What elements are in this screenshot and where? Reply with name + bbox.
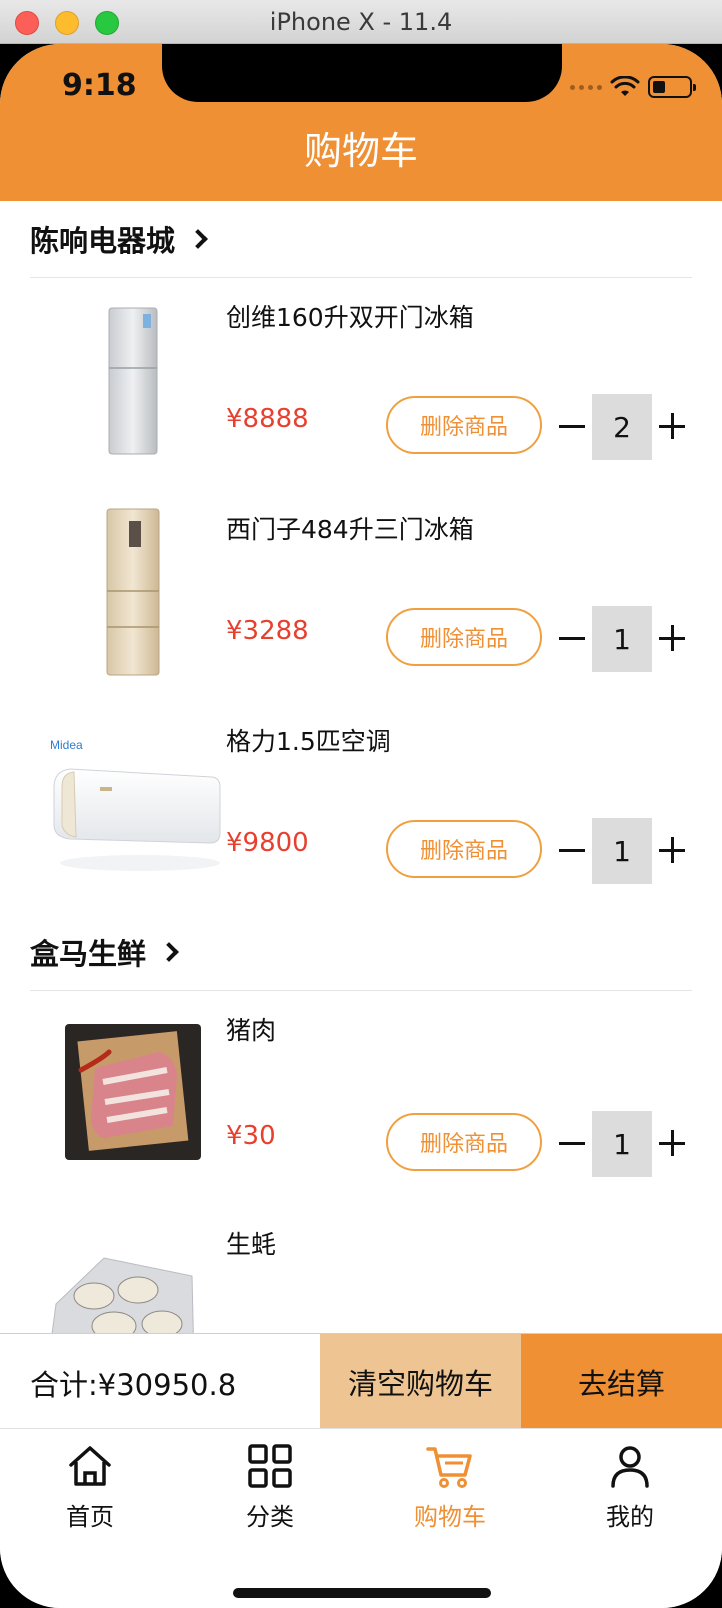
product-title: 生蚝 — [226, 1230, 277, 1259]
tab-label: 购物车 — [414, 1503, 486, 1531]
decrease-quantity-button[interactable] — [552, 818, 592, 882]
product-price: ¥30 — [226, 1121, 276, 1151]
tab-category[interactable]: 分类 — [180, 1429, 360, 1539]
tab-label: 我的 — [606, 1503, 654, 1531]
cart-item: 创维160升双开门冰箱 ¥8888 删除商品 2 — [0, 278, 722, 490]
quantity-value[interactable]: 1 — [592, 606, 652, 672]
shop-header[interactable]: 陈响电器城 — [30, 201, 692, 278]
quantity-value[interactable]: 2 — [592, 394, 652, 460]
increase-quantity-button[interactable] — [652, 606, 692, 670]
tab-cart[interactable]: 购物车 — [360, 1429, 540, 1539]
cart-list[interactable]: 陈响电器城 创维160升双开门冰箱 ¥8888 删除商品 2 西门子484升三门… — [0, 201, 722, 1333]
simulator-title: iPhone X - 11.4 — [269, 8, 453, 36]
pork-image-icon — [65, 1024, 201, 1160]
checkout-button[interactable]: 去结算 — [521, 1334, 722, 1429]
shop-header[interactable]: 盒马生鲜 — [30, 914, 692, 991]
grid-icon — [248, 1444, 292, 1488]
signal-icon — [570, 84, 602, 90]
product-image[interactable] — [50, 1017, 216, 1167]
quantity-value[interactable]: 1 — [592, 818, 652, 884]
decrease-quantity-button[interactable] — [552, 606, 592, 670]
product-title: 格力1.5匹空调 — [226, 727, 391, 756]
tab-bar: 首页 分类 购物车 我的 — [0, 1428, 722, 1608]
fridge-image-icon — [108, 307, 158, 455]
brand-logo: Midea — [50, 738, 83, 752]
chevron-right-icon — [188, 229, 208, 249]
cart-icon — [426, 1447, 472, 1488]
product-image[interactable] — [44, 1219, 200, 1333]
page-title: 购物车 — [303, 129, 418, 173]
shop-name: 盒马生鲜 — [30, 937, 147, 971]
user-icon — [611, 1446, 649, 1488]
tab-label: 分类 — [246, 1503, 294, 1531]
delete-item-button[interactable]: 删除商品 — [386, 608, 542, 666]
increase-quantity-button[interactable] — [652, 394, 692, 458]
product-title: 猪肉 — [226, 1016, 277, 1045]
product-price: ¥3288 — [226, 616, 309, 646]
product-image[interactable]: Midea — [40, 720, 230, 890]
decrease-quantity-button[interactable] — [552, 394, 592, 458]
product-price: ¥8888 — [226, 404, 309, 434]
tab-home[interactable]: 首页 — [0, 1429, 180, 1539]
product-title: 西门子484升三门冰箱 — [226, 515, 474, 544]
chevron-right-icon — [159, 942, 179, 962]
cart-item: 猪肉 ¥30 删除商品 1 — [0, 991, 722, 1205]
shop-name: 陈响电器城 — [30, 224, 176, 258]
product-image[interactable] — [50, 508, 216, 678]
cart-item: 西门子484升三门冰箱 ¥3288 删除商品 1 — [0, 490, 722, 702]
tab-label: 首页 — [66, 1503, 114, 1531]
oysters-image-icon — [51, 1257, 194, 1333]
simulator-titlebar: iPhone X - 11.4 — [0, 0, 722, 44]
phone-screen: 9:18 购物车 陈响电器城 创维160升双开门冰箱 ¥8888 删除商品 2 … — [0, 44, 722, 1608]
cart-total: 合计:¥30950.8 — [30, 1368, 237, 1402]
device-notch — [162, 44, 562, 102]
fridge-image-icon — [106, 508, 160, 676]
increase-quantity-button[interactable] — [652, 818, 692, 882]
nav-header: 9:18 购物车 — [0, 44, 722, 201]
delete-item-button[interactable]: 删除商品 — [386, 396, 542, 454]
product-price: ¥9800 — [226, 828, 309, 858]
battery-icon — [648, 76, 696, 98]
delete-item-button[interactable]: 删除商品 — [386, 820, 542, 878]
delete-item-button[interactable]: 删除商品 — [386, 1113, 542, 1171]
cart-item: Midea 格力1.5匹空调 ¥9800 删除商品 1 — [0, 702, 722, 914]
cart-summary-bar: 合计:¥30950.8 清空购物车 去结算 — [0, 1333, 722, 1429]
tab-profile[interactable]: 我的 — [540, 1429, 720, 1539]
wifi-icon — [610, 76, 640, 96]
status-time: 9:18 — [62, 68, 137, 103]
decrease-quantity-button[interactable] — [552, 1111, 592, 1175]
home-indicator[interactable] — [233, 1588, 491, 1598]
clear-cart-button[interactable]: 清空购物车 — [320, 1334, 521, 1429]
product-title: 创维160升双开门冰箱 — [226, 303, 474, 332]
home-icon — [69, 1446, 111, 1486]
quantity-value[interactable]: 1 — [592, 1111, 652, 1177]
cart-item: 生蚝 — [0, 1205, 722, 1333]
status-indicators — [570, 72, 696, 102]
product-image[interactable] — [50, 296, 216, 466]
increase-quantity-button[interactable] — [652, 1111, 692, 1175]
air-conditioner-image-icon: Midea — [50, 738, 221, 871]
device-frame: 9:18 购物车 陈响电器城 创维160升双开门冰箱 ¥8888 删除商品 2 … — [0, 44, 722, 1608]
